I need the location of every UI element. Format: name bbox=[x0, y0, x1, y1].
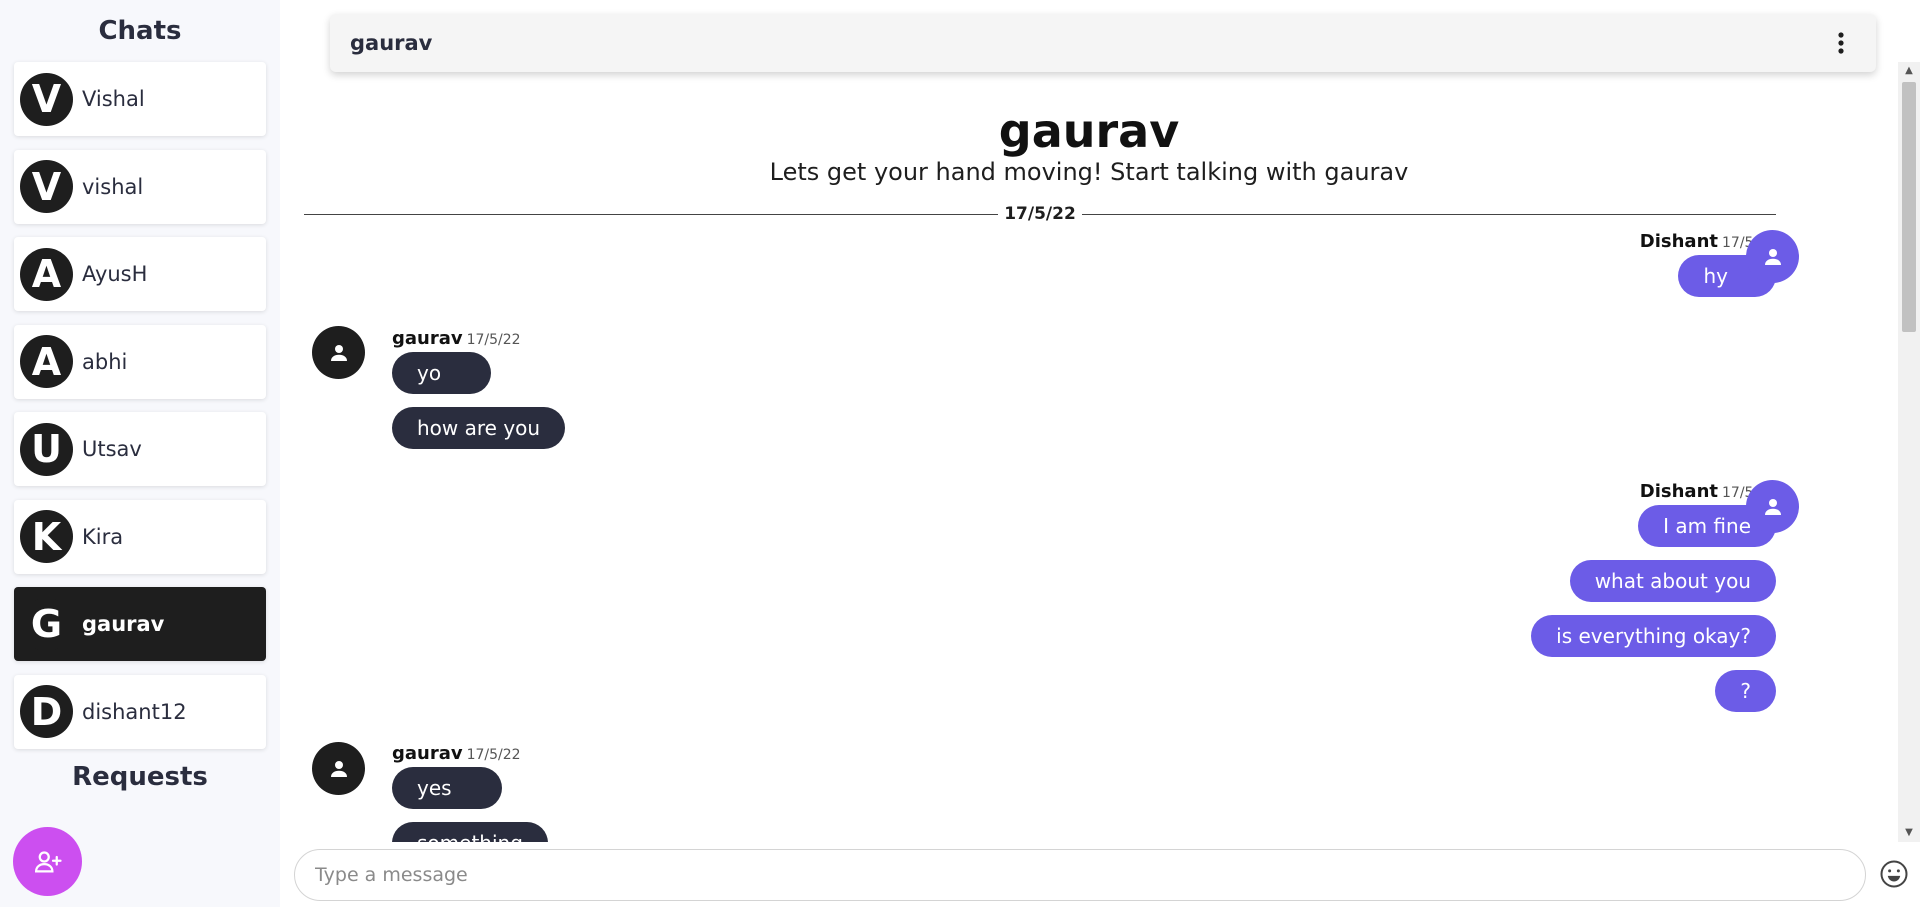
message-bubble: ? bbox=[1715, 670, 1776, 712]
person-icon bbox=[1764, 248, 1781, 265]
message-meta: gaurav 17/5/22 bbox=[392, 743, 548, 765]
message-row: something bbox=[392, 809, 548, 842]
emoji-smile-icon bbox=[1880, 860, 1908, 888]
chat-name: Kira bbox=[82, 524, 124, 549]
avatar bbox=[1746, 480, 1799, 533]
chat-panel: gaurav gaurav Lets get your hand moving!… bbox=[280, 0, 1920, 907]
avatar: V bbox=[20, 72, 73, 126]
chat-name: gaurav bbox=[82, 612, 165, 636]
message-bubble: is everything okay? bbox=[1531, 615, 1776, 657]
avatar: A bbox=[20, 335, 73, 388]
message-row: yes bbox=[392, 765, 548, 809]
message-author: gaurav bbox=[392, 328, 463, 349]
avatar bbox=[312, 326, 365, 379]
avatar: G bbox=[20, 597, 73, 651]
person-icon bbox=[330, 760, 347, 777]
message-bubble: something bbox=[392, 822, 548, 842]
avatar: V bbox=[20, 160, 73, 213]
welcome-subtitle: Lets get your hand moving! Start talking… bbox=[769, 158, 1409, 186]
chat-item-dishant12[interactable]: D dishant12 bbox=[14, 674, 266, 749]
avatar: D bbox=[20, 685, 73, 738]
avatar: U bbox=[20, 422, 73, 476]
welcome-title: gaurav bbox=[998, 104, 1180, 158]
message-bubble: what about you bbox=[1569, 560, 1776, 602]
divider-line bbox=[304, 213, 999, 215]
chat-name: AyusH bbox=[82, 262, 148, 286]
chat-item-vishal-lower[interactable]: V vishal bbox=[14, 149, 266, 224]
chat-name: Utsav bbox=[82, 437, 142, 461]
message-scrollbar[interactable]: ▲ ▼ bbox=[1898, 62, 1920, 842]
message-author: Dishant bbox=[1639, 481, 1719, 502]
message-group-incoming: gaurav17/5/22 yes something bbox=[392, 743, 548, 842]
chat-item-kira[interactable]: K Kira bbox=[14, 499, 266, 574]
message-row: how are you bbox=[392, 394, 566, 449]
chat-item-utsav[interactable]: U Utsav bbox=[14, 412, 266, 486]
chat-name: dishant12 bbox=[82, 699, 187, 724]
person-icon bbox=[1764, 498, 1781, 515]
message-author: Dishant bbox=[1639, 231, 1719, 252]
chat-list: V Vishal V vishal A AyusH A abhi U Utsav… bbox=[0, 58, 280, 749]
add-friend-button[interactable] bbox=[13, 827, 82, 896]
chat-item-vishal[interactable]: V Vishal bbox=[14, 62, 266, 136]
header-contact-name: gaurav bbox=[350, 31, 433, 55]
message-meta: gaurav 17/5/22 bbox=[392, 328, 565, 350]
avatar: K bbox=[20, 510, 73, 563]
sidebar: Chats V Vishal V vishal A AyusH A abhi U… bbox=[0, 0, 280, 907]
chat-item-ayush[interactable]: A AyusH bbox=[14, 237, 266, 311]
more-options-button[interactable] bbox=[1826, 28, 1856, 58]
message-meta: Dishant17/5/22 bbox=[1531, 481, 1776, 503]
message-group-outgoing: Dishant17/5/22 I am fine what about you … bbox=[1531, 481, 1776, 712]
person-icon bbox=[330, 344, 347, 361]
message-input[interactable] bbox=[315, 864, 1845, 886]
person-add-icon bbox=[34, 850, 62, 872]
message-time: 17/5/22 bbox=[466, 747, 521, 763]
message-composer bbox=[294, 849, 1866, 901]
chat-item-abhi[interactable]: A abhi bbox=[14, 324, 266, 399]
requests-heading: Requests bbox=[72, 762, 208, 792]
chats-heading: Chats bbox=[98, 16, 182, 46]
message-group-incoming: gaurav 17/5/22 yo how are you bbox=[392, 328, 566, 449]
message-row: ? bbox=[1531, 657, 1776, 712]
divider-line bbox=[1081, 213, 1776, 215]
scroll-down-arrow-icon[interactable]: ▼ bbox=[1898, 824, 1920, 842]
message-time: 17/5/22 bbox=[466, 332, 521, 348]
kebab-menu-icon bbox=[1838, 32, 1844, 54]
chat-name: vishal bbox=[82, 174, 144, 199]
chat-item-gaurav[interactable]: G gaurav bbox=[14, 587, 266, 661]
message-bubble: how are you bbox=[392, 407, 566, 449]
chat-name: abhi bbox=[82, 349, 128, 374]
scroll-up-arrow-icon[interactable]: ▲ bbox=[1898, 62, 1920, 80]
date-divider: 17/5/22 bbox=[304, 204, 1776, 224]
message-row: is everything okay? bbox=[1531, 602, 1776, 657]
avatar bbox=[1746, 230, 1799, 283]
message-list[interactable]: gaurav Lets get your hand moving! Start … bbox=[280, 80, 1900, 842]
message-bubble: yes bbox=[392, 767, 502, 809]
chat-header: gaurav bbox=[330, 14, 1876, 72]
scroll-thumb[interactable] bbox=[1902, 82, 1916, 332]
avatar: A bbox=[20, 247, 73, 301]
chat-name: Vishal bbox=[82, 87, 145, 111]
message-bubble: yo bbox=[392, 352, 492, 394]
message-row: yo bbox=[392, 350, 565, 394]
message-author: gaurav bbox=[392, 743, 463, 764]
date-divider-text: 17/5/22 bbox=[1004, 204, 1076, 224]
emoji-button[interactable] bbox=[1878, 858, 1910, 890]
message-row: what about you bbox=[1531, 547, 1776, 602]
message-row: I am fine bbox=[1531, 503, 1776, 547]
avatar bbox=[312, 742, 365, 795]
